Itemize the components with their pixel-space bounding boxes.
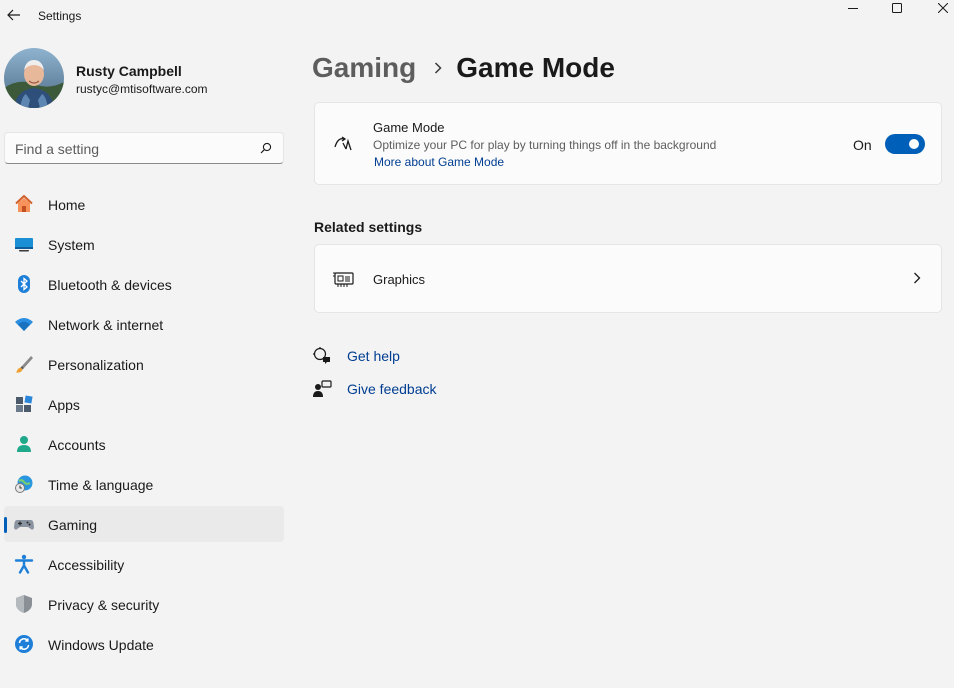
- brush-icon: [14, 354, 34, 374]
- sidebar-item-label: Windows Update: [48, 637, 154, 653]
- search-box[interactable]: [4, 132, 284, 164]
- update-icon: [14, 634, 34, 654]
- sidebar-item-label: Network & internet: [48, 317, 164, 333]
- bluetooth-icon: [14, 274, 34, 294]
- gamepad-icon: [14, 514, 34, 534]
- minimize-icon: [848, 8, 858, 9]
- wifi-icon: [14, 314, 34, 334]
- sidebar-item-home[interactable]: Home: [4, 186, 284, 222]
- graphics-card[interactable]: Graphics: [314, 244, 942, 313]
- apps-icon: [14, 394, 34, 414]
- sidebar-item-label: Bluetooth & devices: [48, 277, 172, 293]
- sidebar-item-personalization[interactable]: Personalization: [4, 346, 284, 382]
- give-feedback-link[interactable]: Give feedback: [347, 381, 437, 397]
- sidebar-item-label: Accessibility: [48, 557, 125, 573]
- sidebar-item-accessibility[interactable]: Accessibility: [4, 546, 284, 582]
- sidebar-item-label: Time & language: [48, 477, 154, 493]
- sidebar-item-windows-update[interactable]: Windows Update: [4, 626, 284, 662]
- breadcrumb-parent[interactable]: Gaming: [312, 52, 416, 84]
- maximize-button[interactable]: [874, 0, 920, 16]
- game-mode-icon: [333, 133, 355, 155]
- sidebar-item-label: Accounts: [48, 437, 106, 453]
- user-photo-icon: [4, 48, 64, 108]
- sidebar-nav: Home System Bluetooth & devices Network …: [4, 186, 284, 666]
- sidebar-item-label: Gaming: [48, 517, 98, 533]
- get-help-icon: [312, 346, 332, 366]
- game-mode-description: Optimize your PC for play by turning thi…: [373, 138, 717, 152]
- sidebar-item-network-internet[interactable]: Network & internet: [4, 306, 284, 342]
- game-mode-card: Game Mode Optimize your PC for play by t…: [314, 102, 942, 185]
- user-name: Rusty Campbell: [76, 63, 182, 79]
- app-title: Settings: [38, 9, 82, 23]
- home-icon: [14, 194, 34, 214]
- chevron-right-icon: [911, 271, 923, 285]
- accessibility-icon: [14, 554, 34, 574]
- system-icon: [14, 234, 34, 254]
- search-icon[interactable]: [259, 141, 273, 155]
- page-title: Game Mode: [456, 52, 615, 83]
- chevron-right-icon: [434, 62, 442, 74]
- toggle-knob: [909, 139, 919, 149]
- sidebar-item-system[interactable]: System: [4, 226, 284, 262]
- get-help-link[interactable]: Get help: [347, 348, 400, 364]
- more-about-game-mode-link[interactable]: More about Game Mode: [374, 155, 504, 169]
- get-help-row[interactable]: Get help: [312, 346, 400, 366]
- toggle-state-label: On: [853, 137, 872, 153]
- back-arrow-icon: [7, 9, 20, 21]
- sidebar-item-accounts[interactable]: Accounts: [4, 426, 284, 462]
- sidebar-item-label: Privacy & security: [48, 597, 160, 613]
- game-mode-title: Game Mode: [373, 120, 445, 135]
- sidebar-item-gaming[interactable]: Gaming: [4, 506, 284, 542]
- sidebar-item-label: Apps: [48, 397, 80, 413]
- user-email: rustyc@mtisoftware.com: [76, 82, 208, 96]
- breadcrumb: Gaming Game Mode: [312, 48, 615, 88]
- globe-clock-icon: [14, 474, 34, 494]
- related-settings-heading: Related settings: [314, 219, 423, 235]
- sidebar-item-privacy-security[interactable]: Privacy & security: [4, 586, 284, 622]
- avatar[interactable]: [4, 48, 64, 108]
- give-feedback-row[interactable]: Give feedback: [312, 379, 437, 399]
- maximize-icon: [892, 3, 902, 13]
- feedback-icon: [312, 379, 332, 399]
- sidebar-item-label: Personalization: [48, 357, 144, 373]
- graphics-label: Graphics: [373, 272, 426, 287]
- close-icon: [938, 3, 948, 13]
- sidebar-item-bluetooth-devices[interactable]: Bluetooth & devices: [4, 266, 284, 302]
- sidebar-item-label: System: [48, 237, 95, 253]
- game-mode-toggle[interactable]: [885, 134, 925, 154]
- sidebar-item-label: Home: [48, 197, 86, 213]
- search-input[interactable]: [15, 139, 245, 159]
- shield-icon: [14, 594, 34, 614]
- sidebar-item-apps[interactable]: Apps: [4, 386, 284, 422]
- back-button[interactable]: [4, 4, 24, 26]
- title-bar: Settings: [0, 0, 954, 32]
- accounts-icon: [14, 434, 34, 454]
- graphics-card-icon: [333, 268, 355, 290]
- minimize-button[interactable]: [830, 0, 876, 16]
- close-button[interactable]: [920, 0, 954, 16]
- sidebar-item-time-language[interactable]: Time & language: [4, 466, 284, 502]
